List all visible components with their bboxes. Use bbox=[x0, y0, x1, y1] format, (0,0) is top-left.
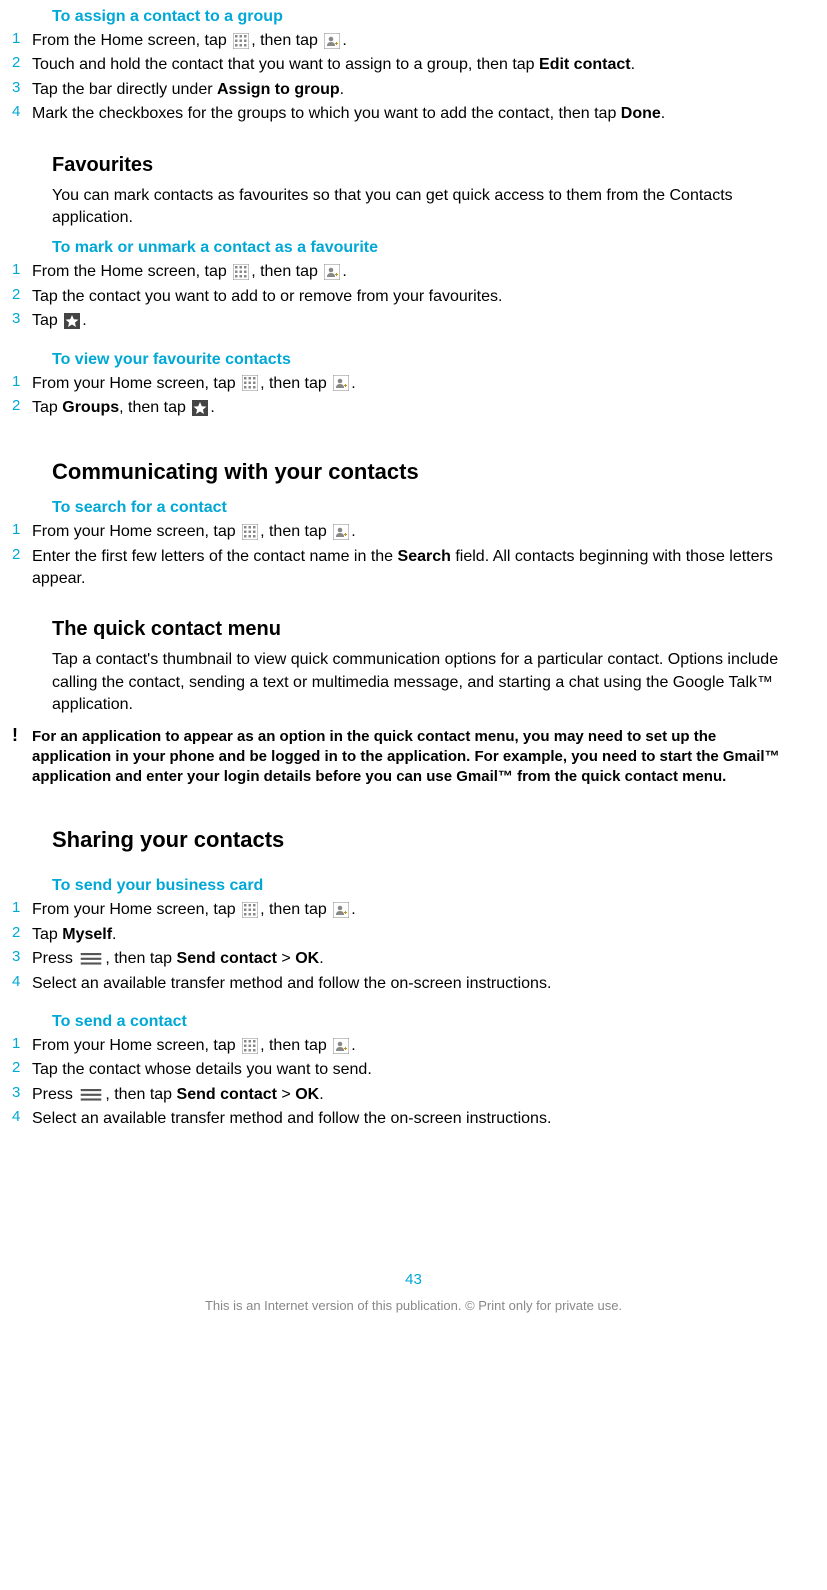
note-row: ! For an application to appear as an opt… bbox=[32, 727, 795, 788]
subtitle-assign-group: To assign a contact to a group bbox=[52, 8, 795, 26]
step-row: 3 Press , then tap Send contact > OK. bbox=[32, 1084, 795, 1106]
step-text: Press , then tap Send contact > OK. bbox=[32, 948, 795, 970]
step-text: Select an available transfer method and … bbox=[32, 1108, 795, 1130]
step-row: 3 Tap the bar directly under Assign to g… bbox=[32, 79, 795, 101]
step-row: 1 From your Home screen, tap , then tap … bbox=[32, 1035, 795, 1057]
step-row: 1 From your Home screen, tap , then tap … bbox=[32, 899, 795, 921]
contacts-icon bbox=[333, 1038, 349, 1054]
step-row: 1 From the Home screen, tap , then tap . bbox=[32, 261, 795, 283]
step-number: 1 bbox=[12, 373, 32, 390]
heading-favourites: Favourites bbox=[52, 154, 795, 177]
contacts-icon bbox=[324, 33, 340, 49]
step-row: 2 Tap Groups, then tap . bbox=[32, 397, 795, 419]
subtitle-view-favourites: To view your favourite contacts bbox=[52, 351, 795, 369]
step-text: Select an available transfer method and … bbox=[32, 973, 795, 995]
step-row: 3 Tap . bbox=[32, 310, 795, 332]
step-text: From your Home screen, tap , then tap . bbox=[32, 1035, 795, 1057]
step-row: 2 Enter the first few letters of the con… bbox=[32, 546, 795, 591]
footer-text: This is an Internet version of this publ… bbox=[32, 1298, 795, 1325]
step-number: 2 bbox=[12, 924, 32, 941]
step-text: Tap . bbox=[32, 310, 795, 332]
step-row: 1 From the Home screen, tap , then tap . bbox=[32, 30, 795, 52]
step-number: 1 bbox=[12, 521, 32, 538]
subtitle-mark-favourite: To mark or unmark a contact as a favouri… bbox=[52, 239, 795, 257]
step-number: 3 bbox=[12, 79, 32, 96]
step-number: 1 bbox=[12, 261, 32, 278]
menu-icon bbox=[79, 1089, 103, 1101]
note-text: For an application to appear as an optio… bbox=[32, 727, 795, 788]
step-number: 2 bbox=[12, 546, 32, 563]
manual-page: To assign a contact to a group 1 From th… bbox=[0, 8, 827, 1345]
grid-icon bbox=[233, 264, 249, 280]
heading-communicating: Communicating with your contacts bbox=[52, 459, 795, 485]
step-number: 3 bbox=[12, 948, 32, 965]
heading-sharing: Sharing your contacts bbox=[52, 827, 795, 853]
info-icon: ! bbox=[12, 725, 32, 746]
step-text: Press , then tap Send contact > OK. bbox=[32, 1084, 795, 1106]
step-text: Mark the checkboxes for the groups to wh… bbox=[32, 103, 795, 125]
step-number: 1 bbox=[12, 899, 32, 916]
step-text: Tap Myself. bbox=[32, 924, 795, 946]
grid-icon bbox=[233, 33, 249, 49]
step-text: From your Home screen, tap , then tap . bbox=[32, 899, 795, 921]
step-number: 3 bbox=[12, 1084, 32, 1101]
step-row: 2 Touch and hold the contact that you wa… bbox=[32, 54, 795, 76]
step-number: 2 bbox=[12, 54, 32, 71]
grid-icon bbox=[242, 902, 258, 918]
body-quick-contact: Tap a contact's thumbnail to view quick … bbox=[52, 649, 795, 716]
step-row: 2 Tap the contact you want to add to or … bbox=[32, 286, 795, 308]
step-number: 4 bbox=[12, 1108, 32, 1125]
step-number: 2 bbox=[12, 1059, 32, 1076]
star-icon bbox=[192, 400, 208, 416]
step-number: 2 bbox=[12, 286, 32, 303]
contacts-icon bbox=[333, 902, 349, 918]
step-row: 2 Tap the contact whose details you want… bbox=[32, 1059, 795, 1081]
step-row: 4 Select an available transfer method an… bbox=[32, 973, 795, 995]
grid-icon bbox=[242, 375, 258, 391]
step-number: 4 bbox=[12, 973, 32, 990]
step-number: 1 bbox=[12, 30, 32, 47]
page-number: 43 bbox=[32, 1271, 795, 1288]
step-text: Tap Groups, then tap . bbox=[32, 397, 795, 419]
step-number: 1 bbox=[12, 1035, 32, 1052]
step-text: From your Home screen, tap , then tap . bbox=[32, 521, 795, 543]
step-row: 3 Press , then tap Send contact > OK. bbox=[32, 948, 795, 970]
step-row: 2 Tap Myself. bbox=[32, 924, 795, 946]
step-text: From your Home screen, tap , then tap . bbox=[32, 373, 795, 395]
step-row: 4 Mark the checkboxes for the groups to … bbox=[32, 103, 795, 125]
step-text: Tap the contact whose details you want t… bbox=[32, 1059, 795, 1081]
step-text: From the Home screen, tap , then tap . bbox=[32, 261, 795, 283]
contacts-icon bbox=[333, 524, 349, 540]
step-text: Tap the bar directly under Assign to gro… bbox=[32, 79, 795, 101]
step-row: 1 From your Home screen, tap , then tap … bbox=[32, 521, 795, 543]
step-text: Enter the first few letters of the conta… bbox=[32, 546, 795, 591]
subtitle-send-card: To send your business card bbox=[52, 877, 795, 895]
step-row: 4 Select an available transfer method an… bbox=[32, 1108, 795, 1130]
grid-icon bbox=[242, 524, 258, 540]
step-text: From the Home screen, tap , then tap . bbox=[32, 30, 795, 52]
contacts-icon bbox=[333, 375, 349, 391]
step-text: Tap the contact you want to add to or re… bbox=[32, 286, 795, 308]
menu-icon bbox=[79, 953, 103, 965]
subtitle-search-contact: To search for a contact bbox=[52, 499, 795, 517]
step-row: 1 From your Home screen, tap , then tap … bbox=[32, 373, 795, 395]
step-text: Touch and hold the contact that you want… bbox=[32, 54, 795, 76]
heading-quick-contact: The quick contact menu bbox=[52, 618, 795, 641]
step-number: 3 bbox=[12, 310, 32, 327]
body-favourites: You can mark contacts as favourites so t… bbox=[52, 185, 795, 230]
star-icon bbox=[64, 313, 80, 329]
contacts-icon bbox=[324, 264, 340, 280]
grid-icon bbox=[242, 1038, 258, 1054]
subtitle-send-contact: To send a contact bbox=[52, 1013, 795, 1031]
step-number: 4 bbox=[12, 103, 32, 120]
step-number: 2 bbox=[12, 397, 32, 414]
